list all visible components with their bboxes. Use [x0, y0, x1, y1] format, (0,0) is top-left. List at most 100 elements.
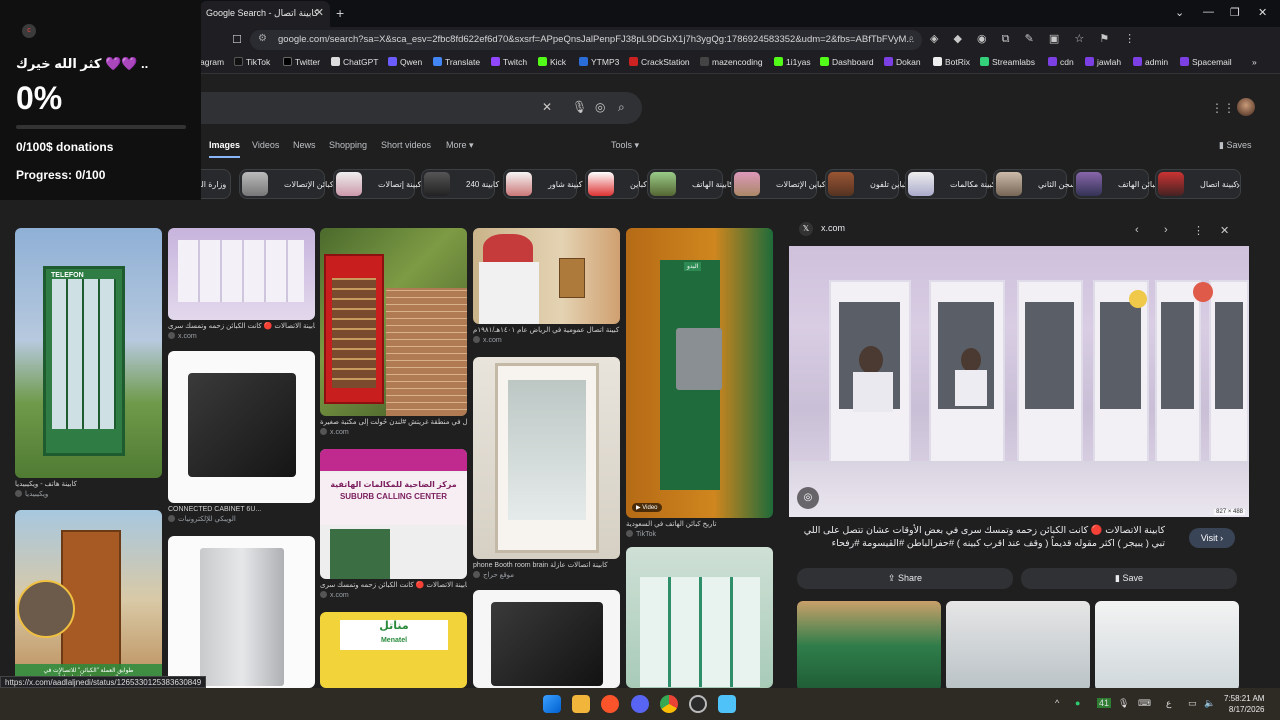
tray-overflow-icon[interactable]: ^	[1055, 698, 1059, 708]
tools-button[interactable]: Tools ▾	[611, 140, 639, 151]
lens-icon[interactable]: ◎	[797, 487, 819, 509]
lens-icon[interactable]: ◎	[595, 100, 605, 114]
language-indicator[interactable]: ع	[1166, 698, 1171, 709]
chip[interactable]: كبائن الإتصالات	[239, 169, 334, 199]
bookmark-item[interactable]: CrackStation	[629, 57, 690, 67]
maximize-icon[interactable]: ❐	[1230, 6, 1240, 19]
bookmark-item[interactable]: BotRix	[933, 57, 970, 67]
site-info-icon[interactable]: ⚙	[258, 33, 267, 44]
bookmark-item[interactable]: Qwen	[388, 57, 422, 67]
zoom-icon[interactable]: ⌕	[909, 33, 914, 44]
chevron-right-icon[interactable]: ›	[1236, 178, 1240, 192]
preview-source[interactable]: 𝕏x.com	[799, 222, 845, 236]
image-result[interactable]: طوابق العملة "الكبائن" للاتصالات فيالسعو…	[15, 510, 162, 690]
bookmark-item[interactable]: TikTok	[234, 57, 270, 67]
chip[interactable]: 240 كابينة	[421, 169, 499, 199]
keyboard-icon[interactable]: ⌨	[1138, 698, 1151, 709]
image-result[interactable]: كابينة الاتصالات 🔴 كانت الكبائن زحمه وتم…	[168, 228, 315, 340]
image-result[interactable]	[473, 590, 620, 688]
apps-grid-icon[interactable]: ⋮⋮	[1211, 101, 1235, 115]
bookmark-item[interactable]: ChatGPT	[331, 57, 378, 67]
bookmark-item[interactable]: Dokan	[884, 57, 921, 67]
image-result[interactable]: TELEFON كابينة هاتف - ويكيبيديا ويكيبيدي…	[15, 228, 162, 498]
chevron-right-icon[interactable]: ›	[1164, 224, 1168, 236]
image-result[interactable]: مناتل Menatel	[320, 612, 467, 688]
close-window-icon[interactable]: ✕	[1258, 6, 1267, 19]
bookmark-star-icon[interactable]: ☐	[232, 33, 242, 46]
tab-more[interactable]: More ▾	[446, 140, 474, 151]
visit-button[interactable]: Visit ›	[1189, 528, 1235, 548]
brave-icon[interactable]	[601, 695, 619, 713]
app-tray-icon[interactable]: 41	[1097, 698, 1112, 708]
chip[interactable]: كبينة إتصالات	[333, 169, 421, 199]
saves-button[interactable]: ▮ Saves	[1219, 140, 1251, 151]
image-result[interactable]: البدو ▶ Video تاريخ كبائن الهاتف في السع…	[626, 228, 773, 538]
bookmark-item[interactable]: cdn	[1048, 57, 1074, 67]
share-button[interactable]: ⇪ Share	[797, 568, 1013, 589]
avatar[interactable]	[1237, 98, 1255, 116]
related-image[interactable]	[1095, 601, 1239, 691]
discord-icon[interactable]	[631, 695, 649, 713]
bookmark-item[interactable]: Translate	[433, 57, 480, 67]
bookmark-item[interactable]: Spacemail	[1180, 57, 1232, 67]
bookmark-item[interactable]: Twitter	[283, 57, 320, 67]
chevron-left-icon[interactable]: ‹	[1135, 224, 1139, 236]
bookmark-item[interactable]: Kick	[538, 57, 566, 67]
bookmark-item[interactable]: 1i1yas	[774, 57, 811, 67]
obs-icon[interactable]	[689, 695, 707, 713]
image-result[interactable]: مركز الضاحية للمكالمات الهاتفية SUBURB CA…	[320, 449, 467, 599]
tab-news[interactable]: News	[293, 140, 316, 150]
chip[interactable]: سجن الثاني	[993, 169, 1077, 199]
save-button[interactable]: ▮ Save	[1021, 568, 1237, 589]
search-input[interactable]: ✕ 🎙 ◎ ⌕	[195, 92, 642, 124]
chip[interactable]: كباين تلفون	[825, 169, 908, 199]
microphone-icon[interactable]: 🎙	[1118, 698, 1129, 709]
image-result[interactable]: phone Booth room brain كابينة اتصالات عا…	[473, 357, 620, 579]
start-icon[interactable]	[543, 695, 561, 713]
file-explorer-icon[interactable]	[572, 695, 590, 713]
chip[interactable]: كبينة شاور	[503, 169, 582, 199]
minimize-icon[interactable]: —	[1203, 6, 1214, 18]
chip[interactable]: كبينة مكالمات	[905, 169, 996, 199]
chip[interactable]: كباين الإتصالات	[731, 169, 826, 199]
tab-images[interactable]: Images	[209, 140, 241, 158]
new-tab-icon[interactable]: +	[336, 5, 344, 21]
address-bar[interactable]: ⚙ google.com/search?sa=X&sca_esv=2fbc8fd…	[250, 30, 922, 50]
image-result[interactable]: كبينة اتصال عمومية في الرياض عام ١٤٠١هـ/…	[473, 228, 620, 344]
tab-short-videos[interactable]: Short videos	[381, 140, 431, 150]
bookmark-item[interactable]: jawlah	[1085, 57, 1121, 67]
image-result[interactable]: كابينة اتصال في منطقة غريتش #لندن حُولت …	[320, 228, 467, 436]
close-icon[interactable]: ✕	[1220, 224, 1229, 237]
related-image[interactable]	[946, 601, 1090, 691]
bookmarks-overflow-icon[interactable]: »	[1252, 57, 1257, 67]
network-icon[interactable]: ▭	[1188, 698, 1197, 709]
microphone-icon[interactable]: 🎙	[572, 100, 587, 114]
bookmark-item[interactable]: Streamlabs	[980, 57, 1035, 67]
chip[interactable]: كبينة اتصال	[1155, 169, 1241, 199]
browser-tab[interactable]: Google Search - كابينة اتصال ✕	[200, 1, 330, 27]
bookmark-item[interactable]: Dashboard	[820, 57, 874, 67]
extensions-icons[interactable]: ◈ ◆ ◉ ⧉ ✎ ▣ ☆ ⚑ ⋮	[930, 32, 1141, 46]
volume-icon[interactable]: 🔈	[1204, 698, 1215, 709]
bookmark-item[interactable]: mazencoding	[700, 57, 763, 67]
image-result[interactable]	[626, 547, 773, 688]
bookmark-item[interactable]: agram	[200, 57, 224, 67]
chip[interactable]: كابينة الهاتف	[647, 169, 733, 199]
tab-videos[interactable]: Videos	[252, 140, 279, 150]
notepad-icon[interactable]	[718, 695, 736, 713]
chip[interactable]: كبائن الهاتف	[1073, 169, 1159, 199]
chip[interactable]: كباين	[585, 169, 647, 199]
chrome-icon[interactable]	[660, 695, 678, 713]
preview-image[interactable]: ◎ 827 × 488	[789, 246, 1249, 517]
tab-search-icon[interactable]: ⌄	[1175, 6, 1184, 19]
image-result[interactable]: CONNECTED CABINET 6U... الويبكي للإلكترو…	[168, 351, 315, 523]
close-tab-icon[interactable]: ✕	[315, 6, 324, 19]
bookmark-item[interactable]: YTMP3	[579, 57, 619, 67]
related-image[interactable]	[797, 601, 941, 691]
tab-shopping[interactable]: Shopping	[329, 140, 367, 150]
image-result[interactable]	[168, 536, 315, 688]
clear-icon[interactable]: ✕	[542, 100, 552, 114]
bookmark-item[interactable]: Twitch	[491, 57, 527, 67]
bookmark-item[interactable]: admin	[1133, 57, 1168, 67]
clock[interactable]: 7:58:21 AM 8/17/2026	[1224, 693, 1264, 715]
